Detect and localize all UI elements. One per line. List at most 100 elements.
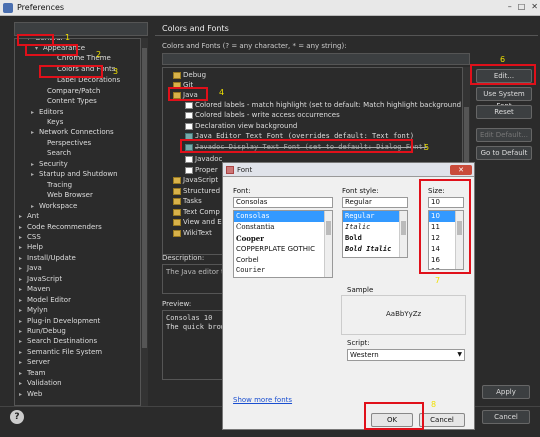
list-item[interactable]: Italic xyxy=(343,222,407,233)
tree-item[interactable]: ▸ Help xyxy=(19,242,43,252)
font-input[interactable]: Consolas xyxy=(233,197,333,208)
tree-item[interactable]: ▸ Validation xyxy=(19,378,62,388)
font-style-list[interactable]: Regular Italic Bold Bold Italic xyxy=(342,210,408,258)
filter-field-right[interactable] xyxy=(162,53,470,65)
tree-item[interactable]: ▸ Security xyxy=(31,159,68,169)
list-item[interactable]: Courier xyxy=(234,266,332,277)
tree-item[interactable]: Search xyxy=(39,148,71,158)
close-button[interactable]: ✕ xyxy=(531,2,538,11)
color-font-item[interactable]: Proper xyxy=(185,165,218,175)
dialog-cancel-button[interactable]: Cancel xyxy=(419,413,465,427)
tree-item[interactable]: ▸ Editors xyxy=(31,107,63,117)
annotation-number: 8 xyxy=(431,400,437,409)
color-font-item[interactable]: Structured xyxy=(173,186,220,196)
dialog-close-button[interactable]: ✕ xyxy=(450,165,472,175)
preview-label: Preview: xyxy=(162,300,192,308)
color-font-item[interactable]: JavaScript xyxy=(173,175,218,185)
script-value: Western xyxy=(350,351,379,359)
maximize-button[interactable]: □ xyxy=(518,2,526,11)
list-item[interactable]: Bold Italic xyxy=(343,244,407,255)
color-font-item[interactable]: Colored labels - match highlight (set to… xyxy=(185,100,469,110)
tree-scrollbar[interactable] xyxy=(140,38,148,406)
tree-item[interactable]: ▸ Model Editor xyxy=(19,295,71,305)
color-font-label: Colored labels - write access occurrence… xyxy=(195,111,340,119)
script-select[interactable]: Western ▼ xyxy=(347,349,465,361)
reset-button[interactable]: Reset xyxy=(476,105,532,119)
color-font-item[interactable]: Javadoc xyxy=(185,154,222,164)
tree-item[interactable]: Content Types xyxy=(39,96,97,106)
folder-icon xyxy=(173,176,181,184)
tree-item[interactable]: ▸ Semantic File System xyxy=(19,347,102,357)
chevron-right-icon[interactable]: ▸ xyxy=(31,108,39,118)
chevron-right-icon[interactable]: ▸ xyxy=(19,390,27,400)
tree-item[interactable]: Perspectives xyxy=(39,138,91,148)
cancel-button[interactable]: Cancel xyxy=(482,410,530,424)
edit-default-button[interactable]: Edit Default... xyxy=(476,128,532,142)
chevron-right-icon[interactable]: ▸ xyxy=(19,264,27,274)
chevron-right-icon[interactable]: ▸ xyxy=(31,170,39,180)
tree-item[interactable]: ▸ Mylyn xyxy=(19,305,48,315)
use-system-font-button[interactable]: Use System Font xyxy=(476,87,532,110)
highlight-box xyxy=(364,402,424,430)
help-icon[interactable]: ? xyxy=(10,410,24,424)
list-item[interactable]: Cooper xyxy=(234,233,332,244)
tree-item[interactable]: ▸ Install/Update xyxy=(19,253,76,263)
list-item[interactable]: Corbel xyxy=(234,255,332,266)
tree-item[interactable]: ▸ Search Destinations xyxy=(19,336,97,346)
tree-item[interactable]: ▸ CSS xyxy=(19,232,41,242)
tree-item[interactable]: Tracing xyxy=(39,180,72,190)
tree-item[interactable]: ▸ Startup and Shutdown xyxy=(31,169,118,179)
apply-button[interactable]: Apply xyxy=(482,385,530,399)
font-list[interactable]: Consolas Constantia Cooper COPPERPLATE GOTH… xyxy=(233,210,333,278)
show-more-fonts-link[interactable]: Show more fonts xyxy=(233,396,292,404)
color-font-item[interactable]: View and E xyxy=(173,217,222,227)
chevron-right-icon[interactable]: ▸ xyxy=(19,243,27,253)
tree-item-label: Ant xyxy=(27,212,39,220)
chevron-right-icon[interactable]: ▸ xyxy=(19,212,27,222)
color-font-item[interactable]: Declaration view background xyxy=(185,121,297,131)
list-item[interactable]: Regular xyxy=(343,211,407,222)
tree-item[interactable]: ▸ Server xyxy=(19,357,50,367)
tree-item-label: Team xyxy=(27,369,46,377)
tree-item[interactable]: Keys xyxy=(39,117,63,127)
chevron-right-icon[interactable]: ▸ xyxy=(19,306,27,316)
tree-item[interactable]: ▸ Java xyxy=(19,263,42,273)
folder-icon xyxy=(173,208,181,216)
color-font-label: View and E xyxy=(183,218,222,226)
chevron-right-icon[interactable]: ▸ xyxy=(19,285,27,295)
page-title: Colors and Fonts xyxy=(162,24,229,33)
color-font-item[interactable]: Tasks xyxy=(173,196,202,206)
tree-item[interactable]: Compare/Patch xyxy=(39,86,100,96)
color-font-item[interactable]: Debug xyxy=(173,70,206,80)
minimize-button[interactable]: – xyxy=(508,2,512,11)
font-style-input[interactable]: Regular xyxy=(342,197,408,208)
tree-item[interactable]: ▸ Network Connections xyxy=(31,127,114,137)
list-item[interactable]: COPPERPLATE GOTHIC xyxy=(234,244,332,255)
preferences-tree[interactable]: ▾ General ▾ Appearance Chrome Theme Colors an… xyxy=(14,38,148,406)
list-item[interactable]: Constantia xyxy=(234,222,332,233)
color-font-item[interactable]: Text Comp xyxy=(173,207,220,217)
tree-item[interactable]: ▸ Code Recommenders xyxy=(19,222,102,232)
tree-item[interactable]: ▸ Run/Debug xyxy=(19,326,66,336)
chevron-right-icon[interactable]: ▸ xyxy=(19,337,27,347)
color-font-item[interactable]: WikiText xyxy=(173,228,212,238)
color-font-item[interactable]: Colored labels - write access occurrence… xyxy=(185,110,340,120)
list-item[interactable]: Consolas xyxy=(234,211,332,222)
tree-item[interactable]: ▸ JavaScript xyxy=(19,274,62,284)
tree-item[interactable]: ▸ Ant xyxy=(19,211,39,221)
script-label: Script: xyxy=(347,339,370,347)
tree-item[interactable]: ▸ Team xyxy=(19,368,46,378)
color-font-label: Tasks xyxy=(183,197,202,205)
tree-item-label: Content Types xyxy=(47,97,97,105)
go-to-default-button[interactable]: Go to Default xyxy=(476,146,532,160)
tree-item[interactable]: ▸ Workspace xyxy=(31,201,77,211)
chevron-right-icon[interactable]: ▸ xyxy=(19,358,27,368)
tree-item[interactable]: Web Browser xyxy=(39,190,93,200)
list-item[interactable]: Bold xyxy=(343,233,407,244)
chevron-right-icon[interactable]: ▸ xyxy=(19,379,27,389)
tree-item[interactable]: ▸ Web xyxy=(19,389,42,399)
tree-item[interactable]: ▸ Plug-in Development xyxy=(19,316,100,326)
chevron-right-icon[interactable]: ▸ xyxy=(31,128,39,138)
font-style-label: Font style: xyxy=(342,187,379,195)
tree-item[interactable]: ▸ Maven xyxy=(19,284,50,294)
